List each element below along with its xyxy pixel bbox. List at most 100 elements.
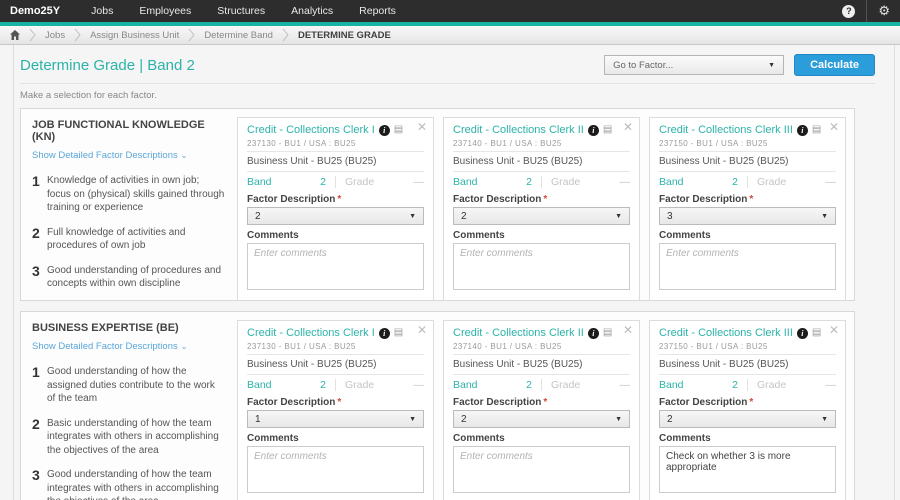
- nav-item-employees[interactable]: Employees: [126, 0, 204, 22]
- band-grade-row: Band2 Grade—: [453, 375, 630, 394]
- level-text: Good understanding of procedures and con…: [47, 264, 225, 291]
- link-label: Show Detailed Factor Descriptions: [32, 341, 178, 352]
- breadcrumb-item-determine-band[interactable]: Determine Band: [204, 30, 273, 41]
- band-grade-row: Band2 Grade—: [659, 375, 836, 394]
- goto-factor-value: Go to Factor...: [613, 60, 673, 71]
- comments-label: Comments: [659, 230, 836, 241]
- job-id: 237130 - BU1 / USA : BU25: [247, 139, 424, 152]
- factor-title: JOB FUNCTIONAL KNOWLEDGE (KN): [32, 119, 225, 143]
- band-value: 2: [526, 176, 532, 188]
- factor-description-select[interactable]: 2▼: [453, 410, 630, 428]
- job-link[interactable]: Credit - Collections Clerk III: [659, 327, 793, 339]
- document-icon[interactable]: ▤: [603, 125, 612, 135]
- level-text: Knowledge of activities in own job; focu…: [47, 174, 225, 215]
- comments-textarea[interactable]: Check on whether 3 is more appropriate: [659, 446, 836, 493]
- card-title-row: Credit - Collections Clerk I i ▤: [247, 327, 424, 339]
- comments-textarea[interactable]: [453, 446, 630, 493]
- factor-description-value: 2: [255, 211, 261, 222]
- breadcrumb: Jobs Assign Business Unit Determine Band…: [0, 26, 900, 45]
- close-icon[interactable]: ✕: [829, 323, 839, 337]
- factor-section-be: BUSINESS EXPERTISE (BE) Show Detailed Fa…: [20, 311, 855, 500]
- close-icon[interactable]: ✕: [623, 120, 633, 134]
- gear-icon[interactable]: ⚙: [878, 0, 890, 22]
- grade-label: Grade: [551, 176, 580, 188]
- job-card: ✕ Credit - Collections Clerk I i ▤ 23713…: [237, 320, 434, 500]
- close-icon[interactable]: ✕: [829, 120, 839, 134]
- nav-item-jobs[interactable]: Jobs: [78, 0, 126, 22]
- document-icon[interactable]: ▤: [603, 328, 612, 338]
- chevron-down-icon: ▼: [615, 416, 622, 423]
- job-card: ✕ Credit - Collections Clerk II i ▤ 2371…: [443, 117, 640, 301]
- factor-title: BUSINESS EXPERTISE (BE): [32, 322, 225, 334]
- level-number: 1: [32, 174, 47, 215]
- band-label: Band: [659, 379, 684, 391]
- info-icon[interactable]: i: [797, 328, 808, 339]
- close-icon[interactable]: ✕: [417, 323, 427, 337]
- job-link[interactable]: Credit - Collections Clerk II: [453, 327, 584, 339]
- comments-textarea[interactable]: [247, 243, 424, 290]
- job-card: ✕ Credit - Collections Clerk III i ▤ 237…: [649, 117, 846, 301]
- comments-textarea[interactable]: [659, 243, 836, 290]
- info-icon[interactable]: i: [379, 328, 390, 339]
- factor-description-value: 2: [461, 211, 467, 222]
- page-title: Determine Grade | Band 2: [20, 57, 195, 74]
- job-link[interactable]: Credit - Collections Clerk I: [247, 327, 375, 339]
- card-title-row: Credit - Collections Clerk II i ▤: [453, 327, 630, 339]
- factor-description-select[interactable]: 1▼: [247, 410, 424, 428]
- factor-description-select[interactable]: 2▼: [453, 207, 630, 225]
- job-id: 237150 - BU1 / USA : BU25: [659, 342, 836, 355]
- factor-description-label: Factor Description*: [659, 194, 836, 205]
- grade-label: Grade: [551, 379, 580, 391]
- info-icon[interactable]: i: [588, 125, 599, 136]
- job-link[interactable]: Credit - Collections Clerk II: [453, 124, 584, 136]
- grade-value: —: [826, 379, 837, 391]
- factor-description-label: Factor Description*: [453, 194, 630, 205]
- document-icon[interactable]: ▤: [812, 328, 821, 338]
- band-grade-row: Band2 Grade—: [247, 172, 424, 191]
- job-link[interactable]: Credit - Collections Clerk I: [247, 124, 375, 136]
- grade-value: —: [414, 176, 425, 188]
- close-icon[interactable]: ✕: [623, 323, 633, 337]
- business-unit: Business Unit - BU25 (BU25): [247, 355, 424, 375]
- document-icon[interactable]: ▤: [394, 328, 403, 338]
- factor-description-label: Factor Description*: [247, 194, 424, 205]
- nav-item-structures[interactable]: Structures: [204, 0, 278, 22]
- factor-description-label: Factor Description*: [453, 397, 630, 408]
- brand[interactable]: Demo25Y: [0, 0, 78, 22]
- chevron-down-icon: ▼: [768, 62, 775, 69]
- document-icon[interactable]: ▤: [812, 125, 821, 135]
- home-icon[interactable]: [10, 30, 20, 40]
- comments-textarea[interactable]: [453, 243, 630, 290]
- header-controls: Go to Factor... ▼ Calculate: [604, 54, 875, 76]
- grade-label: Grade: [757, 176, 786, 188]
- goto-factor-select[interactable]: Go to Factor... ▼: [604, 55, 784, 75]
- card-title-row: Credit - Collections Clerk I i ▤: [247, 124, 424, 136]
- chevron-down-icon: ▼: [409, 416, 416, 423]
- document-icon[interactable]: ▤: [394, 125, 403, 135]
- grade-value: —: [620, 176, 631, 188]
- show-detailed-descriptions-link[interactable]: Show Detailed Factor Descriptions⌄: [32, 150, 187, 161]
- factor-description-select[interactable]: 3▼: [659, 207, 836, 225]
- calculate-button[interactable]: Calculate: [794, 54, 875, 76]
- comments-textarea[interactable]: [247, 446, 424, 493]
- breadcrumb-item-assign-business-unit[interactable]: Assign Business Unit: [90, 30, 179, 41]
- factor-description-select[interactable]: 2▼: [247, 207, 424, 225]
- factor-description-value: 1: [255, 414, 261, 425]
- nav-item-reports[interactable]: Reports: [346, 0, 409, 22]
- grade-value: —: [414, 379, 425, 391]
- nav-item-analytics[interactable]: Analytics: [278, 0, 346, 22]
- info-icon[interactable]: i: [379, 125, 390, 136]
- required-marker: *: [543, 194, 547, 205]
- info-icon[interactable]: i: [588, 328, 599, 339]
- close-icon[interactable]: ✕: [417, 120, 427, 134]
- business-unit: Business Unit - BU25 (BU25): [659, 355, 836, 375]
- show-detailed-descriptions-link[interactable]: Show Detailed Factor Descriptions⌄: [32, 341, 187, 352]
- info-icon[interactable]: i: [797, 125, 808, 136]
- band-value: 2: [320, 379, 326, 391]
- job-link[interactable]: Credit - Collections Clerk III: [659, 124, 793, 136]
- grade-value: —: [826, 176, 837, 188]
- factor-description-select[interactable]: 2▼: [659, 410, 836, 428]
- band-label: Band: [453, 379, 478, 391]
- help-icon[interactable]: ?: [842, 5, 855, 18]
- breadcrumb-item-jobs[interactable]: Jobs: [45, 30, 65, 41]
